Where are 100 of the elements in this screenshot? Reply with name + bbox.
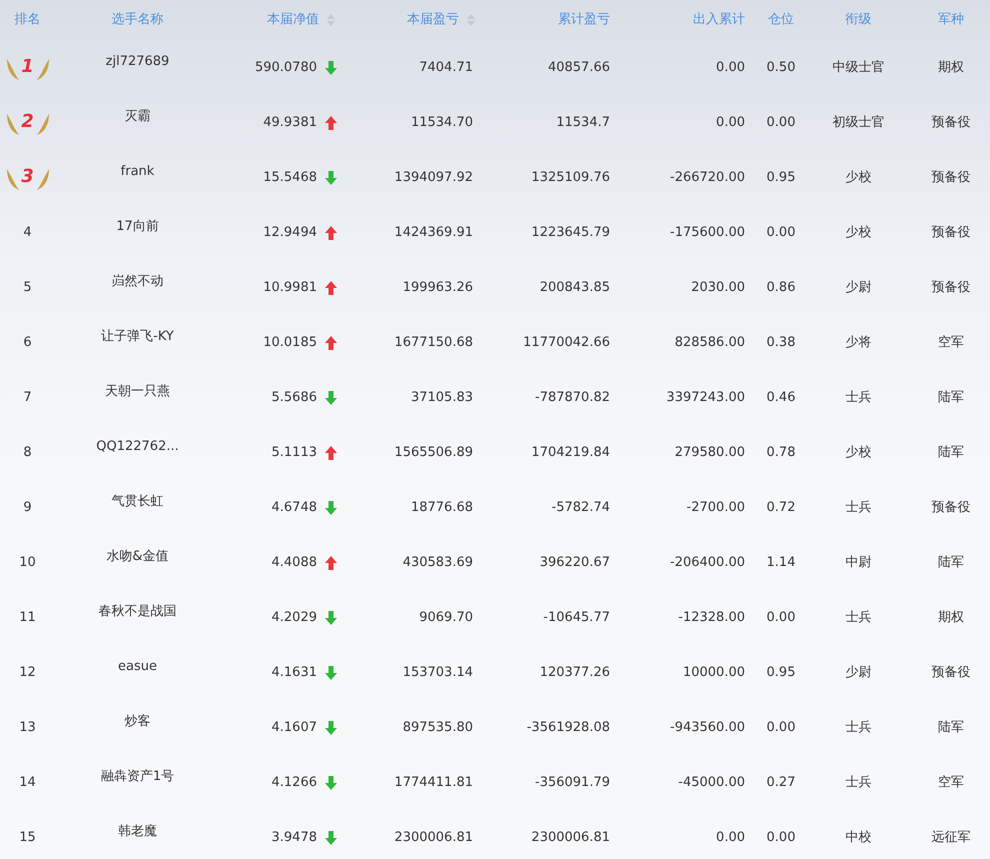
net-value: 10.0185: [263, 334, 317, 352]
fund-flow: -2700.00: [686, 498, 745, 517]
rank-number: 6: [23, 334, 32, 352]
branch-label: 预备役: [932, 114, 970, 132]
player-name: 17向前: [116, 218, 159, 236]
fund-flow: 3397243.00: [666, 388, 745, 407]
net-value: 5.5686: [272, 388, 317, 407]
player-name: frank: [120, 163, 154, 181]
position-ratio: 0.00: [766, 828, 796, 847]
rank-title: 少尉: [846, 664, 872, 682]
player-name: 春秋不是战国: [98, 603, 176, 621]
position-ratio: 0.00: [766, 718, 796, 737]
rank-number: 8: [23, 444, 32, 462]
total-profit: 1325109.76: [531, 168, 610, 187]
rank-number: 12: [19, 664, 36, 682]
net-value: 4.1266: [272, 774, 317, 792]
column-header: 衔级: [846, 11, 872, 30]
period-profit: 2300006.81: [394, 828, 473, 847]
branch-label: 预备役: [932, 278, 970, 297]
total-profit: 11534.7: [556, 114, 610, 132]
total-profit: 396220.67: [540, 554, 610, 572]
net-value: 4.1631: [272, 664, 317, 682]
branch-label: 预备役: [932, 168, 970, 187]
player-name: 炒客: [124, 713, 150, 731]
rank-title: 少校: [846, 168, 872, 187]
branch-label: 预备役: [932, 498, 970, 517]
fund-flow: -943560.00: [670, 718, 745, 737]
period-profit: 9069.70: [419, 608, 473, 627]
rank-title: 中尉: [846, 554, 872, 572]
position-ratio: 1.14: [766, 554, 796, 572]
net-value: 4.2029: [272, 608, 317, 627]
period-profit: 11534.70: [410, 114, 473, 132]
period-profit: 199963.26: [402, 278, 473, 297]
position-ratio: 0.00: [766, 608, 796, 627]
player-name: 灭霸: [124, 108, 150, 126]
fund-flow: 828586.00: [674, 334, 745, 352]
period-profit: 1774411.81: [394, 774, 473, 792]
fund-flow: -45000.00: [678, 774, 745, 792]
branch-label: 陆军: [938, 388, 964, 407]
period-profit: 37105.83: [410, 388, 473, 407]
branch-label: 远征军: [932, 828, 970, 847]
net-value: 4.1607: [272, 718, 317, 737]
fund-flow: 2030.00: [691, 278, 745, 297]
branch-label: 期权: [938, 608, 964, 627]
rank-title: 士兵: [846, 388, 872, 407]
period-profit: 1394097.92: [394, 168, 473, 187]
position-ratio: 0.00: [766, 114, 796, 132]
branch-label: 陆军: [938, 718, 964, 737]
period-profit: 1677150.68: [394, 334, 473, 352]
medal-badge: 1: [4, 54, 50, 80]
rank-number: 15: [19, 828, 36, 847]
period-profit: 430583.69: [402, 554, 473, 572]
fund-flow: -266720.00: [670, 168, 745, 187]
rank-title: 少尉: [846, 278, 872, 297]
rank-title: 士兵: [846, 608, 872, 627]
branch-label: 空军: [938, 334, 964, 352]
player-name: 融犇资产1号: [100, 768, 174, 786]
total-profit: -5782.74: [552, 498, 610, 517]
total-profit: 120377.26: [540, 664, 610, 682]
branch-label: 预备役: [932, 664, 970, 682]
branch-label: 空军: [938, 774, 964, 792]
period-profit: 153703.14: [402, 664, 473, 682]
total-profit: -787870.82: [535, 388, 610, 407]
branch-label: 预备役: [932, 224, 970, 242]
player-name: QQ122762...: [96, 438, 179, 456]
column-header[interactable]: 本届净值: [267, 10, 319, 30]
total-profit: 200843.85: [540, 278, 610, 297]
position-ratio: 0.38: [766, 334, 796, 352]
fund-flow: 0.00: [716, 58, 745, 77]
player-name: 岿然不动: [112, 273, 164, 291]
total-profit: 40857.66: [548, 58, 610, 77]
fund-flow: -175600.00: [670, 224, 745, 242]
period-profit: 18776.68: [410, 498, 473, 517]
position-ratio: 0.78: [766, 444, 796, 462]
position-ratio: 0.00: [766, 224, 796, 242]
medal-badge: 2: [4, 110, 50, 136]
total-profit: 11770042.66: [523, 334, 610, 352]
column-header: 累计盈亏: [558, 11, 610, 30]
total-profit: 1704219.84: [531, 444, 610, 462]
player-name: 气贯长虹: [112, 493, 164, 511]
medal-badge: 3: [4, 164, 50, 190]
fund-flow: 279580.00: [674, 444, 745, 462]
rank-title: 中校: [846, 828, 872, 847]
total-profit: 1223645.79: [531, 224, 610, 242]
column-header[interactable]: 本届盈亏: [407, 10, 459, 30]
column-header: 选手名称: [112, 11, 164, 30]
rank-number: 7: [23, 388, 32, 407]
player-name: zjl727689: [106, 53, 170, 71]
rank-number: 5: [23, 278, 32, 297]
rank-title: 少校: [846, 444, 872, 462]
net-value: 49.9381: [263, 114, 317, 132]
net-value: 3.9478: [272, 828, 317, 847]
player-name: easue: [118, 658, 157, 676]
position-ratio: 0.95: [766, 168, 796, 187]
column-header: 军种: [938, 11, 964, 30]
total-profit: 2300006.81: [531, 828, 610, 847]
branch-label: 陆军: [938, 444, 964, 462]
rank-title: 少将: [846, 334, 872, 352]
player-name: 天朝一只燕: [105, 383, 170, 401]
fund-flow: -12328.00: [678, 608, 745, 627]
